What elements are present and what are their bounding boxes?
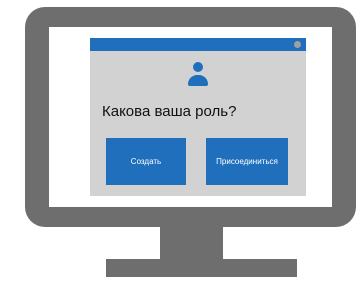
- user-icon-body: [188, 75, 208, 86]
- user-icon-head: [193, 62, 203, 72]
- window-control-dot[interactable]: [294, 41, 301, 48]
- monitor-frame: Какова ваша роль? Создать Присоединиться: [25, 7, 356, 227]
- create-button[interactable]: Создать: [106, 138, 186, 185]
- monitor-screen: Какова ваша роль? Создать Присоединиться: [49, 27, 332, 207]
- role-dialog-window: Какова ваша роль? Создать Присоединиться: [90, 38, 306, 196]
- role-question: Какова ваша роль?: [102, 103, 237, 120]
- user-icon: [188, 62, 208, 88]
- monitor-stand-base: [106, 259, 297, 277]
- window-titlebar: [90, 38, 306, 51]
- join-button[interactable]: Присоединиться: [206, 138, 288, 185]
- monitor-stand-neck: [160, 226, 223, 260]
